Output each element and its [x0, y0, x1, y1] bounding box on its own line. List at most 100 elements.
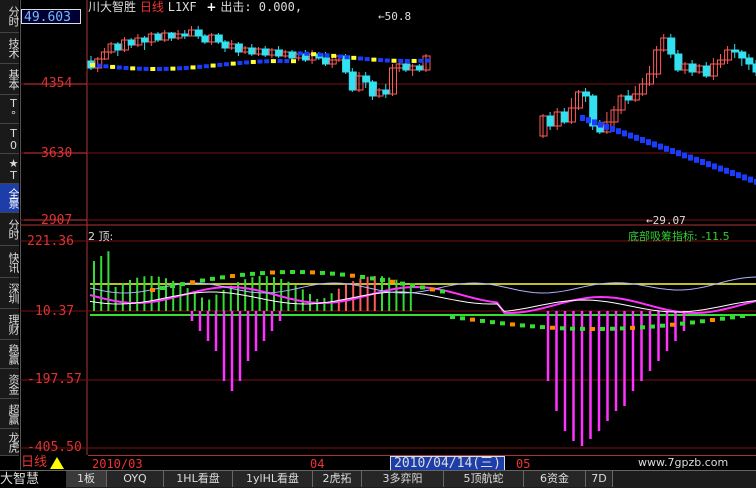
trend-marker: [304, 51, 310, 56]
trend-marker: [163, 66, 169, 71]
trend-marker: [224, 62, 229, 67]
signal-dot: [330, 271, 335, 276]
signal-dot: [640, 325, 645, 330]
trend-marker: [398, 58, 404, 63]
trend-marker: [317, 52, 323, 57]
signal-dot: [730, 315, 735, 320]
price-axis-label: 3630: [41, 146, 73, 161]
trend-marker: [291, 59, 296, 64]
sidebar-button-2[interactable]: 基本: [0, 64, 19, 95]
low-annotation: ←29.07: [646, 214, 686, 227]
candle-body: [322, 57, 330, 65]
signal-dot: [490, 320, 495, 325]
trend-marker: [628, 132, 633, 139]
period-selector[interactable]: 日线: [21, 455, 87, 470]
tab-1[interactable]: OYQ: [107, 471, 164, 487]
signal-dot: [420, 285, 425, 290]
trend-marker: [616, 128, 621, 135]
trend-marker: [418, 58, 424, 63]
tab-8[interactable]: 7D: [586, 471, 613, 487]
signal-dot: [500, 321, 505, 326]
candle-body: [114, 43, 123, 51]
sidebar-button-13[interactable]: 超赢: [0, 399, 19, 429]
candle-body: [560, 111, 569, 123]
sidebar-button-0[interactable]: 分时: [0, 0, 19, 33]
period-label: 日线: [139, 0, 164, 14]
trend-marker: [748, 176, 753, 183]
trend-marker: [425, 58, 430, 63]
signal-dot: [470, 317, 475, 322]
signal-dot: [450, 315, 455, 319]
sidebar-button-9[interactable]: 深圳: [0, 278, 19, 309]
candle-body: [745, 57, 754, 65]
signal-dot: [740, 314, 745, 319]
tab-5[interactable]: 3多弈阳: [362, 471, 444, 487]
signal-dot: [710, 318, 715, 323]
signal-dot: [580, 326, 585, 331]
brand-logo: 大智慧: [0, 471, 66, 488]
trend-marker: [592, 119, 597, 126]
trend-marker: [586, 117, 591, 124]
bottom-tab-bar: 大智慧 1板 OYQ 1HL看盘 1ylHL看盘 2虎拓 3多弈阳 5顶航蛇 6资金 7D: [0, 470, 756, 488]
candle-body: [738, 51, 747, 59]
trend-marker: [730, 170, 735, 176]
sidebar-button-1[interactable]: 技术: [0, 33, 19, 64]
trend-marker: [384, 58, 390, 63]
trend-marker: [337, 54, 343, 59]
trend-marker: [688, 154, 693, 161]
signal-dot: [160, 286, 165, 291]
date-axis-label: 04: [310, 457, 325, 471]
signal-dot: [690, 320, 695, 325]
trend-marker: [143, 66, 149, 71]
signal-dot: [280, 270, 285, 275]
sidebar-button-8[interactable]: 快讯: [0, 246, 19, 278]
trend-marker: [311, 52, 317, 57]
tab-6[interactable]: 5顶航蛇: [444, 471, 524, 487]
trend-marker: [598, 121, 603, 128]
candle-body: [141, 37, 150, 43]
signal-dot: [560, 326, 565, 331]
stock-name[interactable]: 川大智胜: [88, 0, 136, 14]
trend-marker: [670, 148, 675, 154]
trend-marker: [217, 62, 223, 67]
sidebar-button-11[interactable]: 稳赢: [0, 340, 19, 369]
tab-7[interactable]: 6资金: [524, 471, 586, 487]
trend-marker: [742, 174, 747, 181]
sidebar-button-4[interactable]: T0: [0, 124, 19, 154]
tab-2[interactable]: 1HL看盘: [164, 471, 233, 487]
sidebar-button-10[interactable]: 理财: [0, 309, 19, 340]
sidebar-button-3[interactable]: T°: [0, 95, 19, 124]
signal-dot: [290, 270, 295, 275]
signal-dot: [220, 275, 225, 280]
signal-dot: [720, 316, 725, 321]
trend-marker: [183, 65, 189, 70]
signal-dot: [310, 270, 315, 275]
trend-marker: [682, 152, 687, 159]
signal-dot: [360, 274, 365, 279]
signal-dot: [550, 325, 555, 330]
sidebar-button-14[interactable]: 龙虎: [0, 429, 19, 456]
signal-dot: [510, 322, 515, 327]
sidebar-button-7[interactable]: 分时: [0, 213, 19, 246]
tab-3[interactable]: 1ylHL看盘: [233, 471, 313, 487]
sidebar-button-6[interactable]: 全景: [0, 184, 19, 213]
trend-marker: [664, 145, 669, 152]
trend-marker: [351, 55, 357, 60]
trend-marker: [297, 51, 303, 56]
trend-marker: [257, 59, 263, 64]
chart-header: 川大智胜 日线 L1XF + 出击: 0.000,: [88, 0, 302, 14]
signal-dot: [610, 326, 615, 331]
candle-body: [288, 51, 297, 59]
sidebar-button-5[interactable]: ★T: [0, 154, 19, 184]
sidebar-button-12[interactable]: 资金: [0, 369, 19, 399]
signal-dot: [350, 273, 355, 278]
tab-4[interactable]: 2虎拓: [313, 471, 362, 487]
candle-body: [181, 33, 190, 37]
trend-marker: [116, 65, 122, 70]
trend-marker: [404, 58, 410, 63]
tab-0[interactable]: 1板: [66, 471, 107, 487]
trend-marker: [270, 59, 276, 64]
signal-dot: [260, 271, 265, 276]
candle-body: [702, 65, 711, 77]
candle-body: [368, 81, 377, 97]
